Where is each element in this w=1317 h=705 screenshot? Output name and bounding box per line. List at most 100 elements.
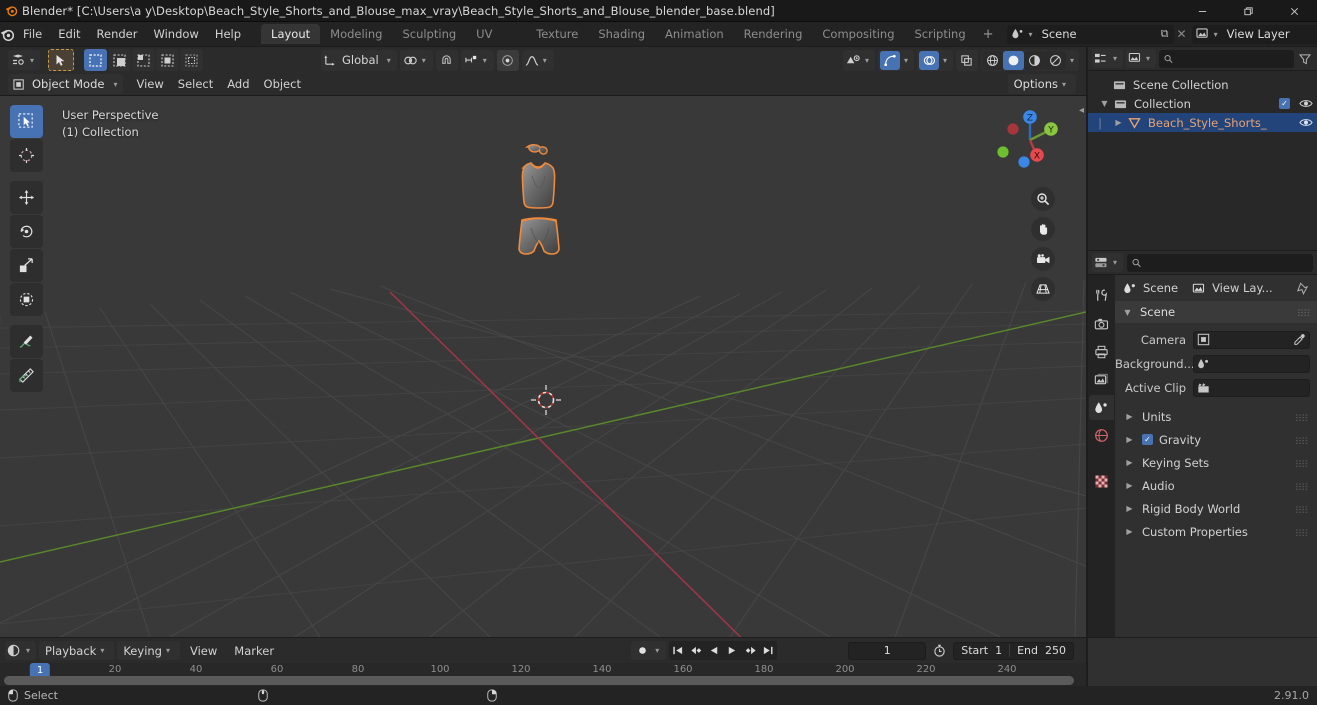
- viewport-menu-add[interactable]: Add: [220, 73, 256, 95]
- shading-solid-button[interactable]: [1002, 50, 1024, 70]
- snap-settings-selector[interactable]: ▾: [460, 49, 494, 71]
- timeline-type-caret[interactable]: ▾: [22, 646, 34, 655]
- section-audio[interactable]: ▶ Audio: [1115, 474, 1317, 497]
- menu-render[interactable]: Render: [89, 22, 146, 46]
- active-tool-button[interactable]: [48, 49, 75, 71]
- selected-clothing-objects[interactable]: [505, 132, 595, 277]
- tab-sculpting[interactable]: Sculpting: [392, 24, 466, 44]
- start-value[interactable]: 1: [995, 644, 1002, 657]
- viewport-menu-select[interactable]: Select: [171, 73, 220, 95]
- section-custom-properties[interactable]: ▶ Custom Properties: [1115, 520, 1317, 543]
- outliner-type-caret[interactable]: ▾: [1109, 54, 1121, 63]
- editor-type-selector[interactable]: ▾: [8, 50, 41, 70]
- tab-compositing[interactable]: Compositing: [812, 24, 904, 44]
- toggle-xray-button[interactable]: [955, 49, 978, 71]
- falloff-caret[interactable]: ▾: [539, 56, 551, 65]
- keying-sets-disclosure-icon[interactable]: ▶: [1123, 458, 1136, 467]
- menu-file[interactable]: File: [15, 22, 50, 46]
- play-icon[interactable]: [723, 641, 741, 660]
- playback-caret[interactable]: ▾: [96, 646, 108, 655]
- select-intersect-button[interactable]: [180, 49, 204, 71]
- outliner-display-mode-selector[interactable]: ▾: [1126, 49, 1157, 68]
- shading-wireframe-button[interactable]: [981, 50, 1003, 70]
- breadcrumb-view-layer-label[interactable]: View Lay...: [1212, 281, 1273, 295]
- collection-visibility-eye-icon[interactable]: [1299, 98, 1313, 109]
- view-layer-tab[interactable]: [1089, 367, 1114, 392]
- keying-label[interactable]: Keying: [123, 644, 162, 658]
- playback-label[interactable]: Playback: [45, 644, 96, 658]
- texture-tab[interactable]: [1089, 469, 1114, 494]
- outliner-row-collection[interactable]: ▼ Collection ✓: [1088, 94, 1317, 113]
- proportional-falloff-selector[interactable]: ▾: [521, 49, 554, 71]
- tool-tab[interactable]: [1089, 283, 1114, 308]
- audio-disclosure-icon[interactable]: ▶: [1123, 481, 1136, 490]
- tab-texture-paint[interactable]: Texture Paint: [526, 24, 588, 61]
- tab-animation[interactable]: Animation: [655, 24, 734, 44]
- show-gizmo-button[interactable]: [879, 50, 900, 70]
- select-subtract-button[interactable]: [132, 49, 156, 71]
- scene-dropdown-caret[interactable]: ▾: [1029, 30, 1036, 39]
- active-clip-field[interactable]: [1193, 378, 1310, 397]
- snap-caret[interactable]: ▾: [479, 56, 491, 65]
- outliner-row-beach-style-shorts[interactable]: | ▶ Beach_Style_Shorts_: [1088, 113, 1317, 132]
- object-mode-caret[interactable]: ▾: [109, 80, 121, 89]
- show-overlays-button[interactable]: [918, 50, 939, 70]
- outliner-filter-icon[interactable]: [1297, 53, 1313, 65]
- breadcrumb-scene-label[interactable]: Scene: [1143, 281, 1178, 295]
- tab-scripting[interactable]: Scripting: [905, 24, 976, 44]
- background-scene-field[interactable]: [1193, 354, 1310, 373]
- sidebar-collapse-icon[interactable]: ◂: [1079, 105, 1084, 116]
- maximize-button[interactable]: [1225, 0, 1271, 22]
- annotate-tool[interactable]: [10, 325, 43, 358]
- current-frame-value[interactable]: 1: [884, 644, 891, 657]
- measure-tool[interactable]: [10, 359, 43, 392]
- units-disclosure-icon[interactable]: ▶: [1123, 412, 1136, 421]
- gravity-checkbox[interactable]: ✓: [1142, 434, 1153, 445]
- minimize-button[interactable]: [1179, 0, 1225, 22]
- timeline-horizontal-scrollbar[interactable]: [4, 676, 1074, 685]
- select-set-button[interactable]: [84, 49, 108, 71]
- toggle-ortho-icon[interactable]: [1031, 277, 1055, 301]
- playback-menu[interactable]: Playback ▾: [39, 641, 115, 660]
- gizmo-caret[interactable]: ▾: [900, 56, 912, 65]
- collection-exclude-checkbox[interactable]: ✓: [1279, 98, 1290, 109]
- tab-shading[interactable]: Shading: [588, 24, 655, 44]
- scene-panel-disclosure-icon[interactable]: ▼: [1121, 308, 1134, 317]
- viewport-menu-object[interactable]: Object: [257, 73, 308, 95]
- properties-type-caret[interactable]: ▾: [1109, 258, 1121, 267]
- object-mode-selector[interactable]: Object Mode ▾: [8, 74, 124, 94]
- jump-end-icon[interactable]: [759, 641, 777, 660]
- pan-hand-icon[interactable]: [1031, 217, 1055, 241]
- camera-field[interactable]: [1193, 330, 1310, 349]
- timeline-editor-type-selector[interactable]: ▾: [5, 641, 37, 660]
- options-caret[interactable]: ▾: [1058, 80, 1070, 89]
- snap-pivot-selector[interactable]: ▾: [399, 49, 433, 71]
- navigation-gizmo[interactable]: Z Y X: [992, 102, 1068, 178]
- timeline-menu-marker[interactable]: Marker: [227, 640, 281, 662]
- zoom-icon[interactable]: [1031, 187, 1055, 211]
- jump-start-icon[interactable]: [669, 641, 687, 660]
- move-tool[interactable]: [10, 181, 43, 214]
- transform-orientation-caret[interactable]: ▾: [383, 56, 395, 65]
- viewport-menu-view[interactable]: View: [129, 73, 170, 95]
- object-visibility-eye-icon[interactable]: [1299, 117, 1313, 128]
- prev-keyframe-icon[interactable]: [687, 641, 705, 660]
- transform-orientation-selector[interactable]: Global ▾: [321, 49, 397, 71]
- play-reverse-icon[interactable]: [705, 641, 723, 660]
- custom-properties-disclosure-icon[interactable]: ▶: [1123, 527, 1136, 536]
- close-button[interactable]: [1271, 0, 1317, 22]
- visibility-caret[interactable]: ▾: [861, 56, 873, 65]
- outliner-search-input[interactable]: [1159, 49, 1294, 68]
- outliner-search-field[interactable]: [1177, 52, 1289, 65]
- unlink-scene-button[interactable]: ✕: [1174, 25, 1190, 44]
- scene-id-field[interactable]: ▾ Scene ⧉: [1006, 24, 1174, 44]
- tab-rendering[interactable]: Rendering: [734, 24, 813, 44]
- viewport-3d[interactable]: ▾ Global ▾ ▾ ▾ ▾ ▾ ▾ ▾ ▾ Object Mode ▾ V…: [0, 47, 1086, 637]
- properties-editor[interactable]: ▾ Scene View Lay... ▼ Scene Camera Backg…: [1088, 251, 1317, 637]
- select-extend-button[interactable]: [108, 49, 132, 71]
- options-label[interactable]: Options: [1014, 77, 1058, 91]
- outliner-display-caret[interactable]: ▾: [1142, 54, 1154, 63]
- object-disclosure-icon[interactable]: ▶: [1112, 118, 1125, 127]
- view-layer-id-field[interactable]: ▾ View Layer ⧉: [1191, 24, 1317, 44]
- pivot-caret[interactable]: ▾: [418, 56, 430, 65]
